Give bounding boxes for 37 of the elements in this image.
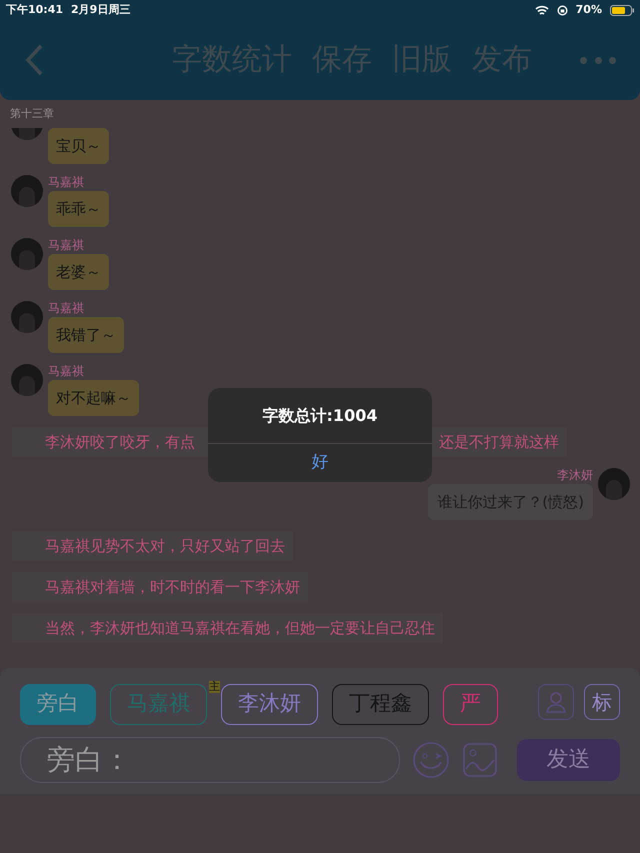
avatar xyxy=(11,364,43,396)
emoji-icon[interactable] xyxy=(412,740,450,778)
dialog-title: 字数总计:1004 xyxy=(262,404,378,426)
tag-button[interactable]: 标 xyxy=(584,684,620,720)
message-bubble: 我错了～ xyxy=(48,317,124,353)
character-button[interactable] xyxy=(538,684,574,720)
narration-text: 还是不打算就这样 xyxy=(439,432,559,452)
person-icon xyxy=(545,690,567,714)
sender-name: 马嘉祺 xyxy=(48,175,85,189)
avatar xyxy=(11,175,43,207)
message-bubble: 对不起嘛～ xyxy=(48,380,139,416)
ok-button[interactable]: 好 xyxy=(208,444,432,482)
image-icon[interactable] xyxy=(462,742,498,778)
narration-text: 李沐妍咬了咬牙，有点 xyxy=(45,432,195,452)
sender-name: 马嘉祺 xyxy=(48,301,85,315)
sender-name: 马嘉祺 xyxy=(48,238,85,252)
avatar xyxy=(598,468,630,500)
sender-name: 李沐妍 xyxy=(557,468,593,482)
message-bubble: 宝贝～ xyxy=(48,128,109,164)
wifi-icon xyxy=(534,4,549,16)
character-chip[interactable]: 李沐妍 xyxy=(221,684,318,724)
lead-badge: 主 xyxy=(209,680,220,692)
battery-icon xyxy=(610,4,634,16)
chapter-label: 第十三章 xyxy=(10,107,54,120)
character-chip[interactable]: 严 xyxy=(443,684,498,724)
message-bubble: 老婆～ xyxy=(48,254,109,290)
message-bubble: 乖乖～ xyxy=(48,191,109,227)
send-button[interactable]: 发送 xyxy=(517,738,620,780)
avatar xyxy=(11,238,43,270)
sender-name: 马嘉祺 xyxy=(48,364,85,378)
avatar xyxy=(11,301,43,333)
battery-percent: 70% xyxy=(576,2,602,18)
status-date: 2月9日周三 xyxy=(71,2,130,18)
message-input[interactable]: 旁白： xyxy=(20,736,400,782)
character-chip[interactable]: 旁白 xyxy=(20,684,96,724)
rotation-lock-icon xyxy=(556,4,568,16)
status-time: 下午10:41 xyxy=(6,2,64,18)
